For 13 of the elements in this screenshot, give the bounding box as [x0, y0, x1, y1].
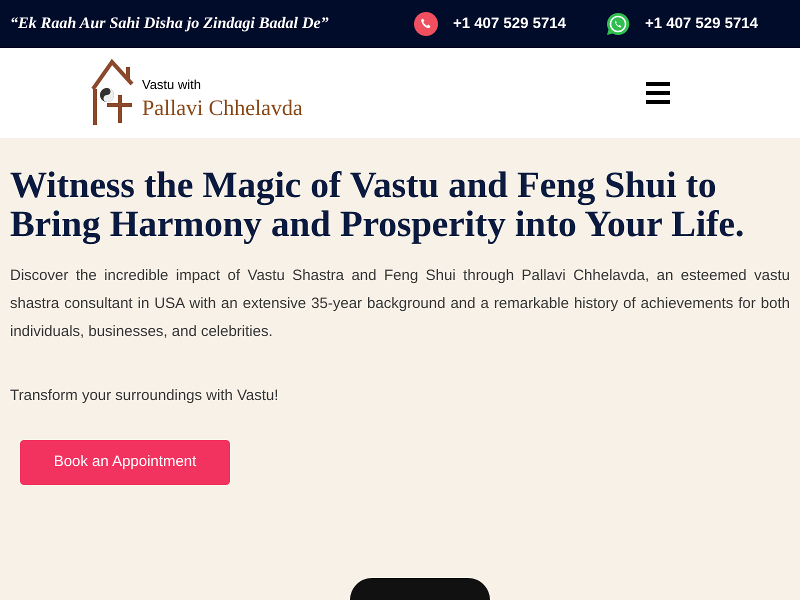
menu-button[interactable] [644, 80, 672, 106]
logo-name: Pallavi Chhelavda [142, 94, 303, 121]
tagline: “Ek Raah Aur Sahi Disha jo Zindagi Badal De” [10, 14, 329, 34]
hero-heading: Witness the Magic of Vastu and Feng Shui to Bring Harmony and Prosperity into Your Life. [10, 166, 746, 244]
book-appointment-button[interactable]: Book an Appointment [20, 440, 230, 485]
logo-text: Vastu with [142, 77, 202, 94]
hero-tagline: Transform your surroundings with Vastu! [10, 386, 280, 406]
phone-number-link[interactable]: +1 407 529 5714 [452, 12, 566, 36]
whatsapp-icon [606, 12, 630, 36]
house-logo-icon [90, 59, 136, 127]
phone-number-link[interactable]: +1 407 529 5714 [644, 12, 758, 36]
hero-description: Discover the incredible impact of Vastu Shastra and Feng Shui through Pallavi Chhelavda, an esteemed vastu shastra consultant in USA with an extensive 35-year background and a remarkable history of achievements for both individuals, businesses, and celebrities. [10, 266, 790, 342]
phone-icon [414, 12, 438, 36]
